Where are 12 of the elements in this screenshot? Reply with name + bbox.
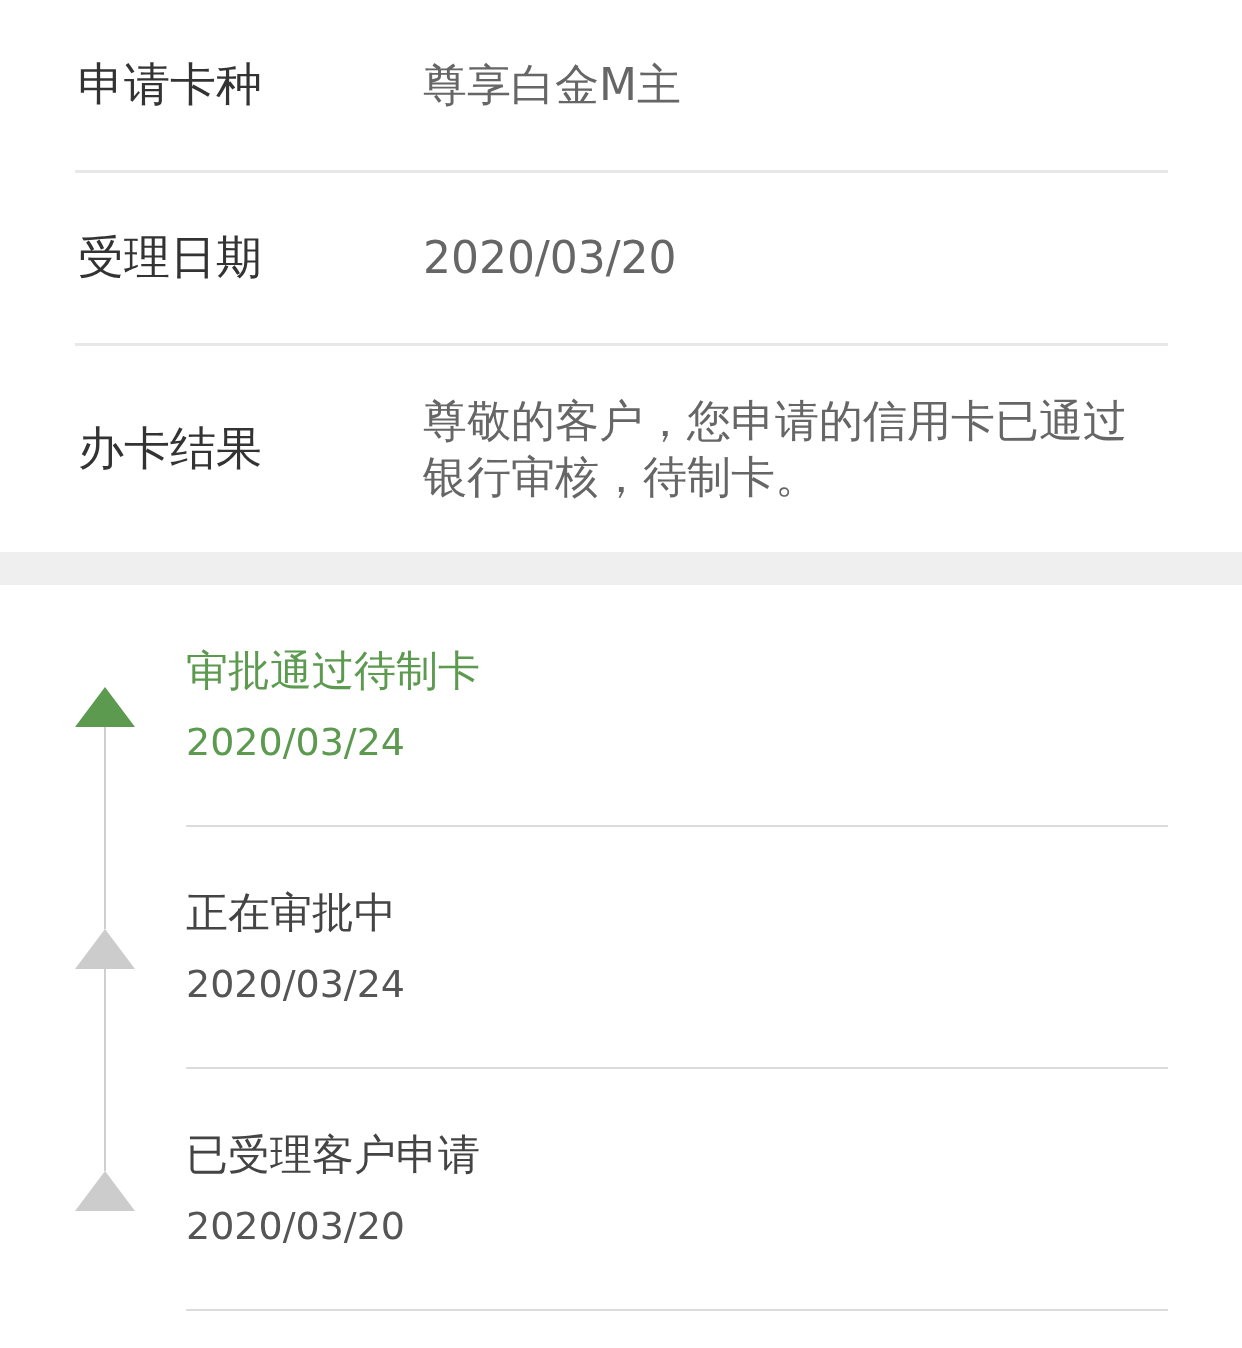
- status-title: 审批通过待制卡: [186, 645, 481, 697]
- status-title: 已受理客户申请: [186, 1129, 481, 1181]
- status-date: 2020/03/24: [186, 961, 407, 1007]
- field-value: 尊敬的客户，您申请的信用卡已通过银行审核，待制卡。: [423, 394, 1128, 504]
- status-date: 2020/03/24: [186, 719, 407, 765]
- field-label: 申请卡种: [77, 56, 263, 113]
- field-label: 受理日期: [77, 229, 263, 286]
- field-value: 尊享白金M主: [423, 58, 682, 112]
- status-title: 正在审批中: [186, 887, 397, 939]
- field-value: 2020/03/20: [423, 231, 678, 285]
- field-label: 办卡结果: [77, 420, 263, 477]
- status-date: 2020/03/20: [186, 1203, 407, 1249]
